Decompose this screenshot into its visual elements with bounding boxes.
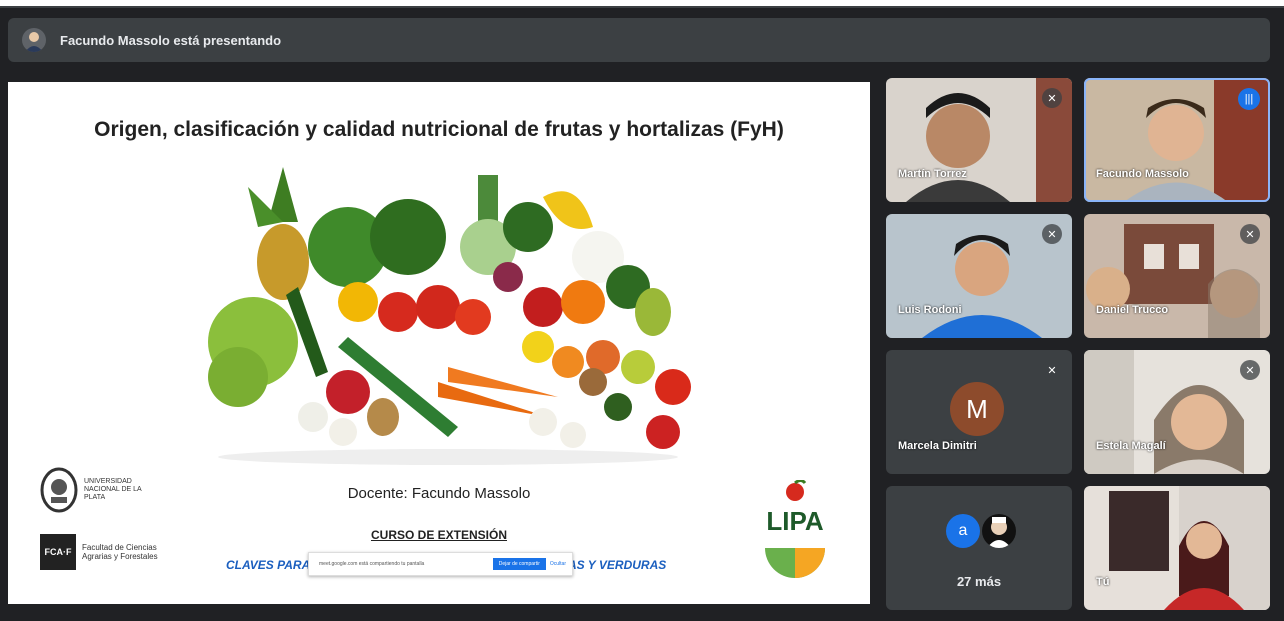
lipa-logo: LIPA — [765, 480, 825, 578]
participant-name: Facundo Massolo — [1096, 168, 1189, 180]
presentation-slide: Origen, clasificación y calidad nutricio… — [8, 82, 870, 604]
hide-share-bar-button[interactable]: Ocultar — [550, 561, 566, 567]
share-message: meet.google.com está compartiendo tu pan… — [319, 561, 425, 567]
participant-name: Martín Torrez — [898, 168, 967, 180]
more-participants-count: 27 más — [956, 574, 1002, 589]
participant-tile-martin[interactable]: ✕ Martín Torrez — [886, 78, 1072, 202]
slide-title: Origen, clasificación y calidad nutricio… — [94, 118, 784, 141]
lipa-logo-text: LIPA — [766, 506, 824, 536]
course-subtitle-right: AS Y VERDURAS — [568, 558, 667, 572]
participant-photo-avatar — [982, 514, 1016, 548]
mic-muted-icon: ✕ — [1240, 224, 1260, 244]
participant-video — [1084, 486, 1270, 610]
participant-tile-estela[interactable]: ✕ Estela Magalí — [1084, 350, 1270, 474]
mic-muted-icon: ✕ — [1240, 360, 1260, 380]
participant-initial-avatar: M — [950, 382, 1004, 436]
participant-tile-self[interactable]: Tú — [1084, 486, 1270, 610]
course-subtitle-left: CLAVES PARA — [226, 558, 311, 572]
window-top-border — [0, 0, 1284, 8]
mic-muted-icon: ✕ — [1042, 224, 1062, 244]
unlp-logo: UNIVERSIDAD NACIONAL DE LA PLATA — [40, 467, 144, 513]
fruits-vegetables-image — [208, 167, 691, 465]
speaking-indicator-icon: ||| — [1238, 88, 1260, 110]
mic-muted-icon: ✕ — [1042, 88, 1062, 108]
participant-name: Estela Magalí — [1096, 440, 1166, 452]
fcaf-logo: FCA·F Facultad de Ciencias Agrarias y Fo… — [40, 534, 162, 570]
mic-muted-icon: ✕ — [1042, 360, 1062, 380]
participant-tile-facundo[interactable]: ||| Facundo Massolo — [1084, 78, 1270, 202]
participant-name: Daniel Trucco — [1096, 304, 1169, 316]
fcaf-logo-text: Facultad de Ciencias Agrarias y Forestal… — [82, 543, 158, 561]
screen-share-notification: meet.google.com está compartiendo tu pan… — [308, 552, 573, 576]
unlp-crest-icon — [40, 467, 78, 513]
participant-name: Marcela Dimitri — [898, 440, 977, 452]
participant-tile-luis[interactable]: ✕ Luis Rodoni — [886, 214, 1072, 338]
participant-tile-marcela[interactable]: M ✕ Marcela Dimitri — [886, 350, 1072, 474]
user-avatar-icon — [22, 28, 46, 52]
participant-tile-daniel[interactable]: ✕ Daniel Trucco — [1084, 214, 1270, 338]
participant-name: Luis Rodoni — [898, 304, 962, 316]
participant-initial-avatar: a — [946, 514, 980, 548]
presenting-text: Facundo Massolo está presentando — [60, 32, 282, 48]
stop-sharing-button[interactable]: Dejar de compartir — [492, 558, 546, 570]
bottom-bar — [0, 610, 1284, 621]
more-participants-tile[interactable]: a 27 más — [886, 486, 1072, 610]
unlp-logo-text: UNIVERSIDAD NACIONAL DE LA PLATA — [84, 478, 142, 501]
participant-name: Tú — [1096, 576, 1110, 588]
fcaf-logo-box: FCA·F — [40, 534, 76, 570]
presenting-banner: Facundo Massolo está presentando — [8, 18, 1270, 62]
